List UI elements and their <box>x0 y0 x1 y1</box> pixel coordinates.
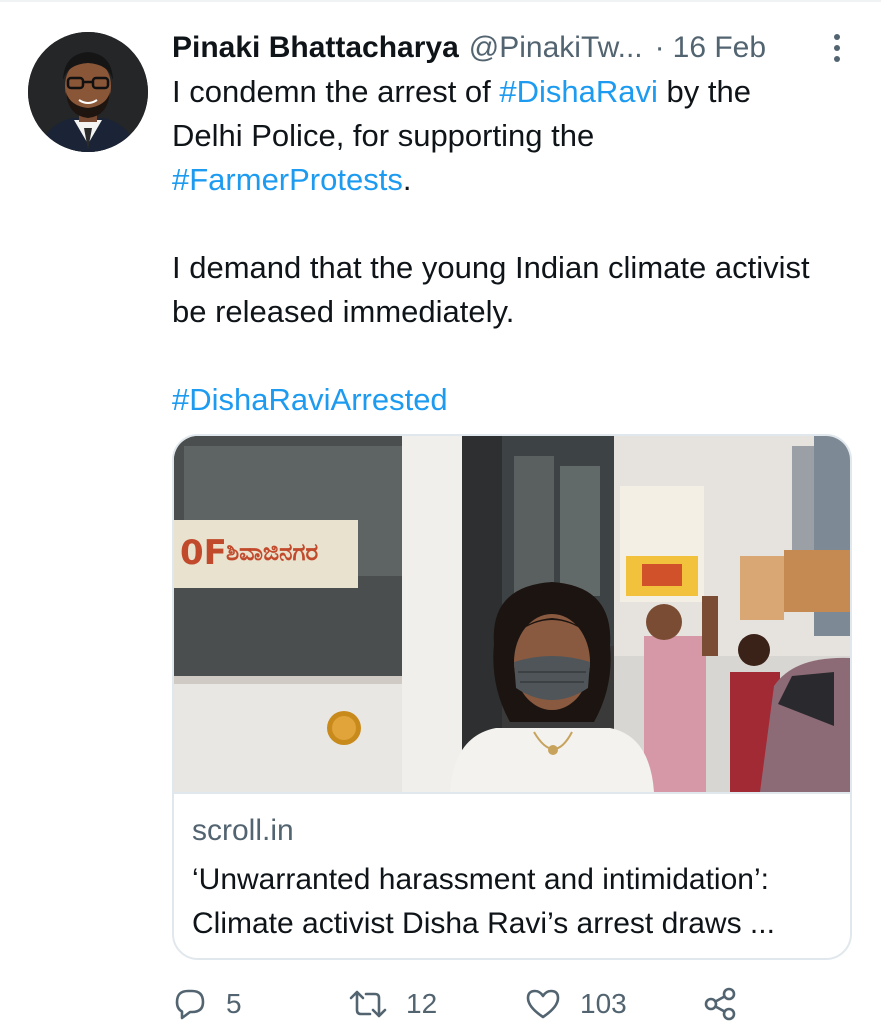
hashtag-disharaviarrested[interactable]: #DishaRaviArrested <box>172 382 448 417</box>
like-count: 103 <box>580 988 627 1019</box>
author-handle[interactable]: @PinakiTw... <box>469 31 643 65</box>
hashtag-disharavi[interactable]: #DishaRavi <box>499 74 658 109</box>
header-separator: · <box>654 31 665 64</box>
more-dot <box>834 45 840 51</box>
retweet-icon <box>348 986 388 1022</box>
more-dot <box>834 34 840 40</box>
more-dot <box>834 56 840 62</box>
like-button[interactable]: 103 <box>524 984 627 1024</box>
share-icon <box>702 986 738 1022</box>
post-date[interactable]: 16 Feb <box>673 31 766 65</box>
reply-count: 5 <box>226 988 242 1019</box>
tweet-text-segment: . <box>402 162 412 197</box>
reply-icon <box>172 986 208 1022</box>
card-photo: 0F ಶಿವಾಜಿನಗರ <box>174 436 850 792</box>
tweet-paragraph-1: I condemn the arrest of #DishaRavi by th… <box>172 70 822 202</box>
tweet-header: Pinaki Bhattacharya @PinakiTw... · 16 Fe… <box>172 28 822 68</box>
tweet-paragraph-3: #DishaRaviArrested <box>172 378 822 422</box>
tweet-paragraph-2: I demand that the young Indian climate a… <box>172 250 810 329</box>
tweet-action-bar: 5 12 103 <box>172 984 832 1024</box>
hashtag-farmerprotests[interactable]: #FarmerProtests <box>172 162 403 197</box>
card-image[interactable]: 0F ಶಿವಾಜಿನಗರ <box>174 436 850 794</box>
svg-text:0F: 0F <box>180 533 227 573</box>
tweet-screen: Pinaki Bhattacharya @PinakiTw... · 16 Fe… <box>0 0 881 1024</box>
retweet-count: 12 <box>406 988 438 1019</box>
share-button[interactable] <box>702 984 738 1024</box>
svg-text:ಶಿವಾಜಿನಗರ: ಶಿವಾಜಿನಗರ <box>226 538 318 566</box>
author-name[interactable]: Pinaki Bhattacharya <box>172 31 459 65</box>
more-vertical-icon[interactable] <box>822 28 852 68</box>
heart-icon <box>524 986 562 1022</box>
card-title: ‘Unwarranted harassment and intimidation… <box>192 863 775 940</box>
avatar[interactable] <box>28 32 148 152</box>
retweet-button[interactable]: 12 <box>348 984 437 1024</box>
card-domain: scroll.in <box>192 814 294 847</box>
avatar-image <box>28 32 148 152</box>
tweet-text-segment: I condemn the arrest of <box>172 74 500 109</box>
tweet-text: I condemn the arrest of #DishaRavi by th… <box>172 70 822 422</box>
reply-button[interactable]: 5 <box>172 984 242 1024</box>
top-divider <box>0 0 881 2</box>
link-preview-card[interactable]: 0F ಶಿವಾಜಿನಗರ scroll.in ‘Unwarranted hara… <box>172 434 852 960</box>
